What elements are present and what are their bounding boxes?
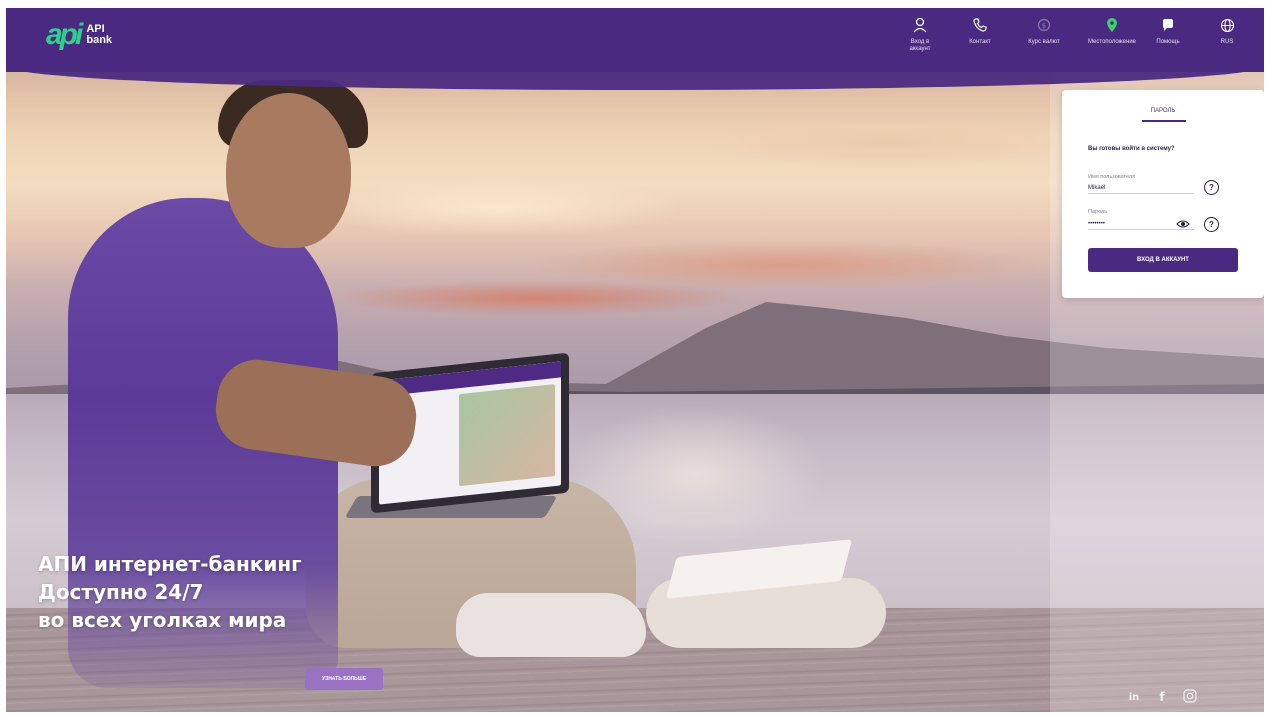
tab-password[interactable]: ПАРОЛЬ <box>1062 108 1264 114</box>
currency-icon: $ <box>1033 14 1055 36</box>
nav-location[interactable]: Местоположение <box>1082 14 1142 66</box>
chat-icon <box>1157 14 1179 36</box>
user-icon <box>909 14 931 36</box>
instagram-icon[interactable] <box>1182 688 1198 704</box>
password-help-icon[interactable]: ? <box>1204 217 1219 232</box>
logo-text: API bank <box>86 24 112 46</box>
learn-more-button[interactable]: УЗНАТЬ БОЛЬШЕ <box>305 668 383 690</box>
password-label: Пароль <box>1088 209 1108 215</box>
nav-login[interactable]: Вход в аккаунт <box>898 14 942 66</box>
phone-icon <box>969 14 991 36</box>
nav-location-label: Местоположение <box>1087 39 1137 45</box>
cloud <box>306 178 686 238</box>
globe-icon <box>1216 14 1238 36</box>
login-card: ПАРОЛЬ Вы готовы войти в систему? Имя по… <box>1062 90 1264 298</box>
facebook-icon[interactable]: f <box>1154 688 1170 704</box>
location-pin-icon <box>1101 14 1123 36</box>
svg-text:$: $ <box>1042 22 1046 30</box>
login-question: Вы готовы войти в систему? <box>1088 146 1175 152</box>
person-head <box>226 93 351 248</box>
logo-text-line2: bank <box>86 34 113 46</box>
top-header: api API bank Вход в аккаунт Контакт $ Ку… <box>6 8 1264 72</box>
nav-help-label: Помощь <box>1156 39 1180 45</box>
nav-contact[interactable]: Контакт <box>962 14 998 66</box>
nav-contact-label: Контакт <box>969 39 991 45</box>
nav-language[interactable]: RUS <box>1212 14 1242 66</box>
logo-mark: api <box>46 18 83 51</box>
linkedin-icon[interactable]: in <box>1126 688 1142 704</box>
app-frame: api API bank Вход в аккаунт Контакт $ Ку… <box>6 8 1264 712</box>
hero-line-2: Доступно 24/7 <box>38 580 204 604</box>
hero-headline: АПИ интернет-банкинг Доступно 24/7 во вс… <box>38 550 302 634</box>
svg-text:in: in <box>1129 692 1140 702</box>
hero-line-3: во всех уголках мира <box>38 608 287 632</box>
logo[interactable]: api API bank <box>46 20 112 50</box>
hero-line-1: АПИ интернет-банкинг <box>38 552 302 576</box>
laptop-screen-image <box>459 384 555 487</box>
nav-login-label: Вход в аккаунт <box>909 39 931 52</box>
nav-exchange-rates-label: Курс валют <box>1028 39 1060 45</box>
tab-active-indicator <box>1142 120 1186 122</box>
username-label: Имя пользователя <box>1088 174 1136 180</box>
login-submit-button[interactable]: ВХОД В АККАУНТ <box>1088 248 1238 272</box>
username-help-icon[interactable]: ? <box>1204 180 1219 195</box>
svg-text:f: f <box>1159 690 1165 703</box>
eye-icon[interactable] <box>1176 219 1190 229</box>
nav-language-label: RUS <box>1220 39 1234 45</box>
nav-help[interactable]: Помощь <box>1148 14 1188 66</box>
cloud <box>706 118 1066 168</box>
nav-exchange-rates[interactable]: $ Курс валют <box>1022 14 1066 66</box>
person-shoe <box>456 593 646 657</box>
username-input[interactable]: Mikael <box>1088 182 1194 194</box>
